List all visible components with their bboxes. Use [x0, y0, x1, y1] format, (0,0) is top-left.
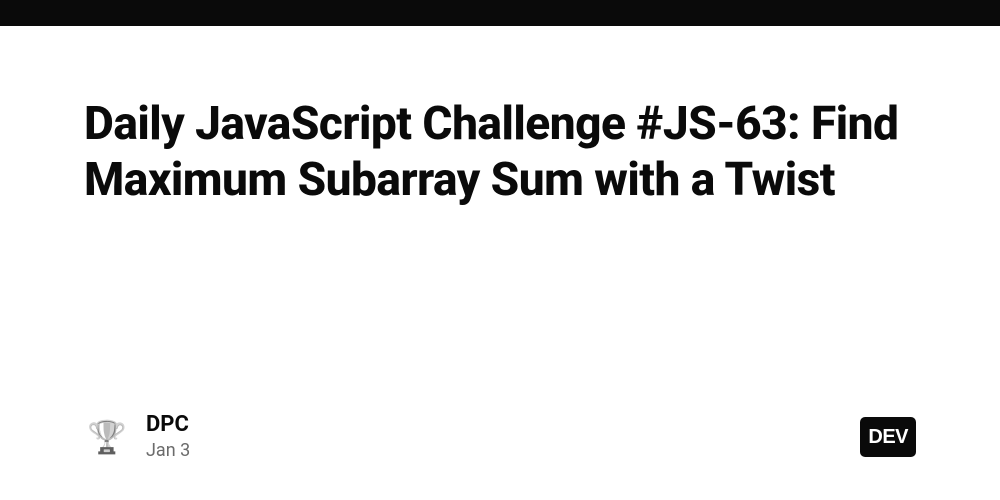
footer: 🏆 DPC Jan 3 DEV: [84, 412, 916, 462]
dev-logo: DEV: [860, 417, 916, 457]
author-block: 🏆 DPC Jan 3: [84, 412, 190, 462]
publish-date: Jan 3: [146, 439, 190, 462]
author-text: DPC Jan 3: [146, 412, 190, 462]
author-name: DPC: [146, 412, 190, 438]
article-title: Daily JavaScript Challenge #JS-63: Find …: [84, 96, 916, 208]
trophy-icon: 🏆: [84, 414, 130, 460]
top-bar: [0, 0, 1000, 26]
content-area: Daily JavaScript Challenge #JS-63: Find …: [0, 26, 1000, 208]
